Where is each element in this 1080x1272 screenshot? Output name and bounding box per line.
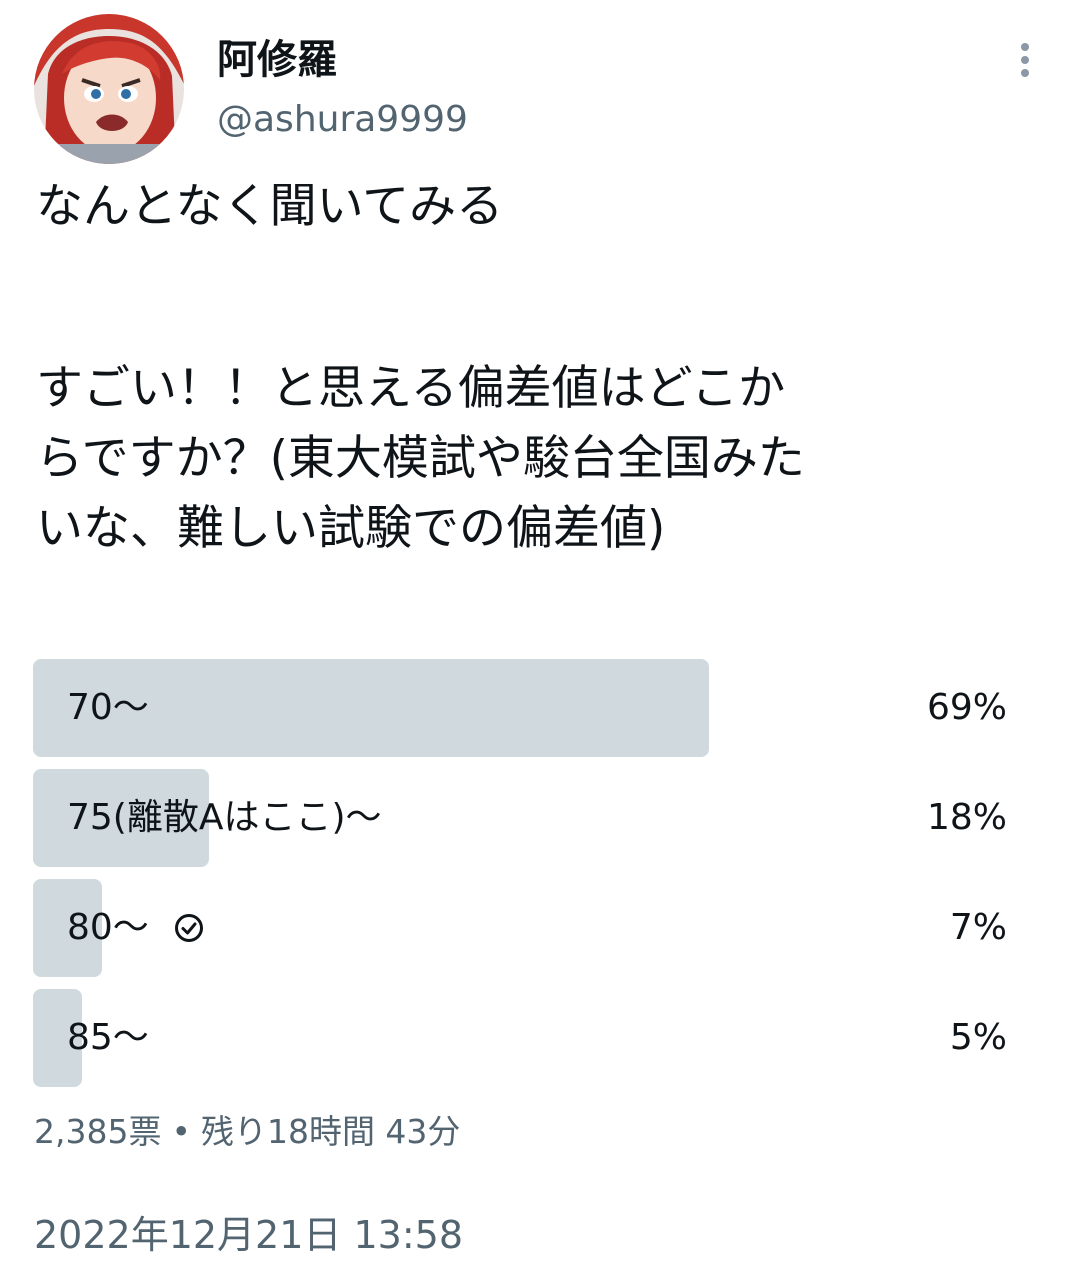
tweet-text: なんとなく聞いてみる すごい！！と思える偏差値はどこか らですか？(東大模試や駿… [36,172,1046,564]
poll-option-label: 80〜 [67,879,205,977]
poll-option-75[interactable]: 75(離散Aはここ)〜 18% [33,769,1013,867]
poll-meta: 2,385票 • 残り18時間 43分 [34,1108,460,1156]
voted-check-icon [174,914,203,942]
vote-count: 2,385票 [34,1112,162,1151]
poll-option-label: 85〜 [67,989,149,1087]
poll-option-text: 75(離散Aはここ)〜 [67,797,382,838]
poll-option-85[interactable]: 85〜 5% [33,989,1013,1087]
tweet-timestamp[interactable]: 2022年12月21日 13:58 [34,1208,463,1262]
anime-avatar-icon [34,14,184,164]
display-name[interactable]: 阿修羅 [217,34,337,86]
tweet-line: いな、難しい試験での偏差値) [36,501,666,556]
more-vertical-icon [1021,43,1029,77]
poll-option-80[interactable]: 80〜 7% [33,879,1013,977]
meta-separator: • [171,1112,191,1151]
poll-option-label: 70〜 [67,659,149,757]
tweet-line: すごい！！と思える偏差値はどこか [36,361,786,416]
poll-option-text: 80〜 [67,907,149,948]
avatar[interactable] [34,14,184,164]
poll-option-text: 70〜 [67,687,149,728]
poll-option-text: 85〜 [67,1017,149,1058]
poll-option-percent: 7% [949,907,1007,948]
poll-option-percent: 18% [926,797,1007,838]
poll: 70〜 69% 75(離散Aはここ)〜 18% 80〜 7% 85〜 5% [33,659,1013,1099]
time-remaining: 残り18時間 43分 [200,1112,461,1151]
tweet-line: なんとなく聞いてみる [36,179,504,234]
more-options-button[interactable] [1008,38,1042,82]
tweet-line: らですか？(東大模試や駿台全国みた [36,431,805,486]
poll-option-label: 75(離散Aはここ)〜 [67,769,382,867]
user-handle[interactable]: @ashura9999 [217,95,468,145]
poll-option-percent: 69% [926,687,1007,728]
poll-option-70[interactable]: 70〜 69% [33,659,1013,757]
poll-option-percent: 5% [949,1017,1007,1058]
